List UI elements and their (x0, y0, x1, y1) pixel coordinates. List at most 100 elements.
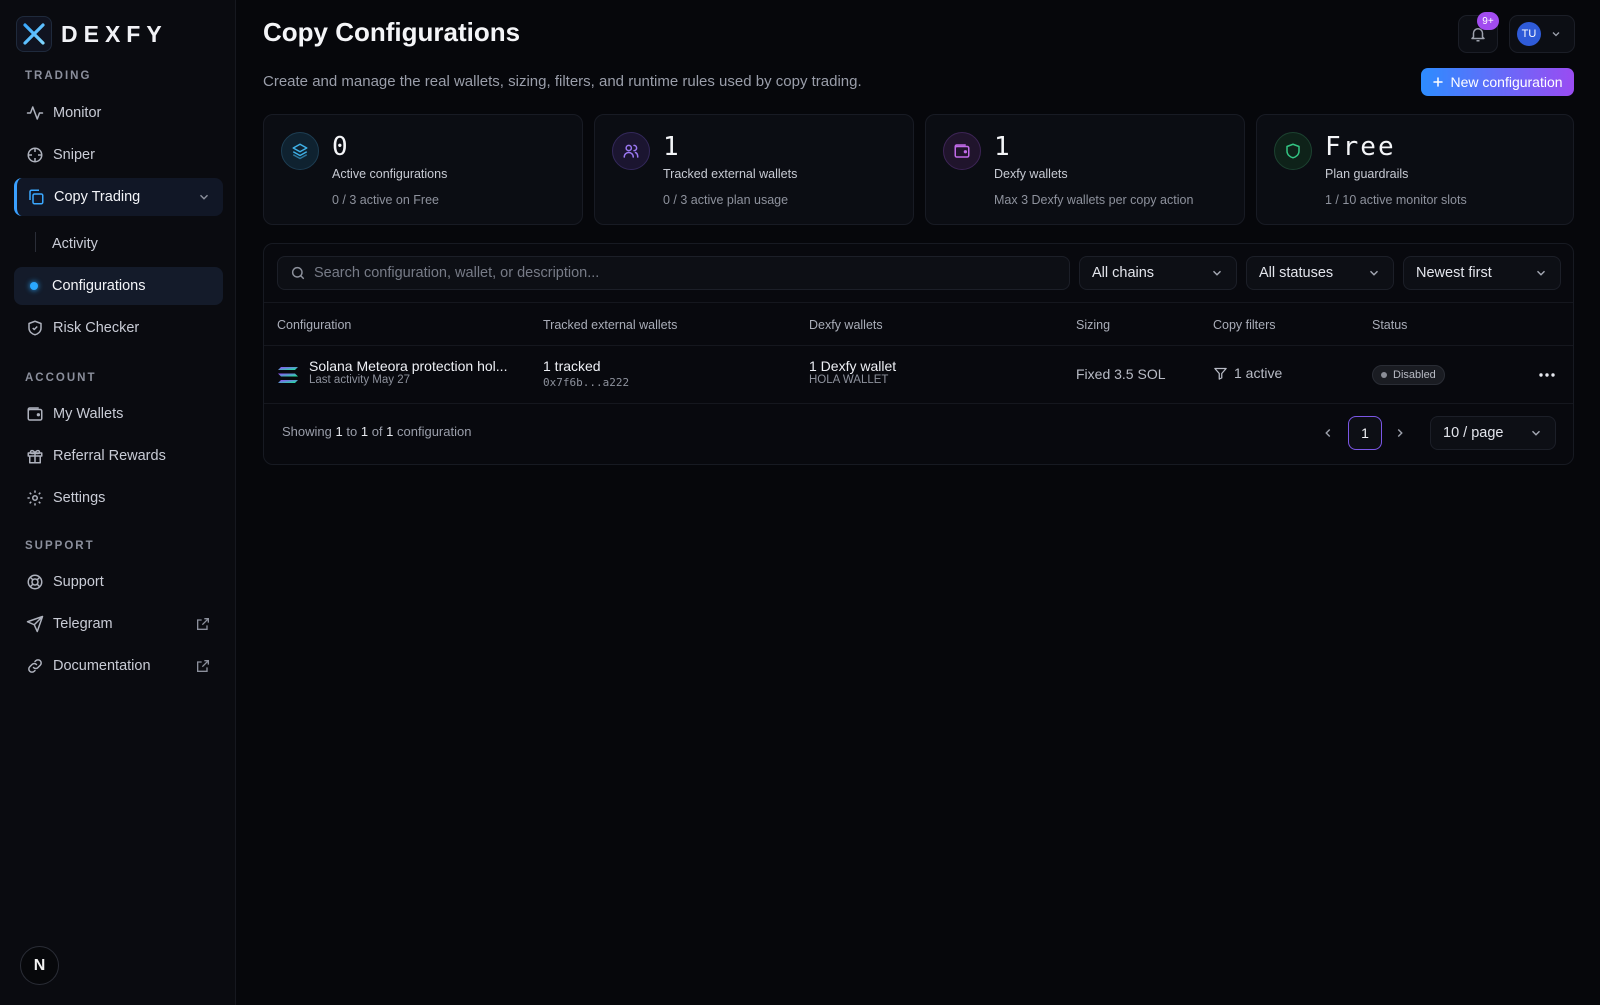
new-configuration-button[interactable]: New configuration (1421, 68, 1574, 96)
sidebar-item-configurations[interactable]: Configurations (14, 267, 223, 305)
copy-filters-value: 1 active (1234, 365, 1283, 381)
gear-icon (25, 488, 45, 508)
stat-card-tracked-wallets: 1 Tracked external wallets 0 / 3 active … (594, 114, 914, 225)
sidebar-item-settings[interactable]: Settings (14, 479, 223, 517)
active-dot-icon (30, 282, 38, 290)
row-actions-button[interactable] (1535, 364, 1559, 386)
sidebar-item-label: Copy Trading (54, 189, 141, 205)
sidebar-item-documentation[interactable]: Documentation (14, 647, 223, 685)
sidebar-item-label: Settings (53, 490, 106, 506)
summary-of-word: of (371, 424, 383, 439)
sidebar-item-label: Referral Rewards (53, 448, 166, 464)
section-label-support: SUPPORT (25, 540, 95, 552)
brand[interactable]: DEXFY (16, 16, 168, 52)
column-header[interactable]: Configuration (277, 318, 351, 332)
chevron-down-icon (1534, 266, 1548, 280)
column-header[interactable]: Status (1372, 318, 1407, 332)
sidebar-item-support[interactable]: Support (14, 563, 223, 601)
pagination-summary: Showing 1 to 1 of 1 configuration (282, 424, 471, 439)
search-input[interactable] (314, 265, 1054, 281)
avatar: TU (1517, 22, 1541, 46)
stat-label: Dexfy wallets (994, 167, 1068, 181)
wallet-icon (943, 132, 981, 170)
table-row[interactable]: Solana Meteora protection hol... Last ac… (264, 346, 1573, 404)
chevron-right-icon (1393, 426, 1407, 440)
column-header[interactable]: Sizing (1076, 318, 1110, 332)
sidebar-item-sniper[interactable]: Sniper (14, 136, 223, 174)
stat-note: 0 / 3 active plan usage (663, 193, 789, 207)
sizing-cell: Fixed 3.5 SOL (1076, 366, 1166, 382)
sidebar-item-my-wallets[interactable]: My Wallets (14, 395, 223, 433)
sidebar-item-label: Risk Checker (53, 320, 140, 336)
section-label-trading: TRADING (25, 70, 92, 82)
next-page-button[interactable] (1383, 416, 1417, 450)
status-cell: Disabled (1372, 365, 1445, 385)
sidebar-item-label: Documentation (53, 658, 151, 674)
gift-icon (25, 446, 45, 466)
plus-icon (1432, 76, 1444, 88)
summary-to: 1 (360, 424, 369, 439)
shield-icon (1274, 132, 1312, 170)
page-title: Copy Configurations (263, 17, 521, 47)
chevron-down-icon (1529, 426, 1543, 440)
status-filter-value: All statuses (1259, 265, 1334, 281)
configuration-name[interactable]: Solana Meteora protection hol... (309, 358, 507, 374)
sort-select[interactable]: Newest first (1403, 256, 1561, 290)
tracked-count: 1 tracked (543, 358, 601, 374)
stat-note: 1 / 10 active monitor slots (1325, 193, 1467, 207)
status-dot-icon (1381, 372, 1387, 378)
filter-icon (1213, 366, 1228, 381)
crosshair-icon (25, 145, 45, 165)
sidebar-item-copy-trading[interactable]: Copy Trading (14, 178, 223, 216)
brand-name: DEXFY (61, 20, 168, 47)
layers-icon (281, 132, 319, 170)
chevron-down-icon (1367, 266, 1381, 280)
external-link-icon (195, 616, 211, 632)
new-configuration-label: New configuration (1450, 74, 1563, 90)
stat-note: 0 / 3 active on Free (332, 193, 440, 207)
sidebar-item-label: My Wallets (53, 406, 124, 422)
sidebar-item-activity[interactable]: Activity (14, 225, 223, 263)
activity-pulse-icon (25, 103, 45, 123)
search-box[interactable] (277, 256, 1070, 290)
sidebar-item-risk-checker[interactable]: Risk Checker (14, 309, 223, 347)
solana-logo-icon (277, 365, 299, 390)
stat-label: Active configurations (332, 167, 448, 181)
status-text: Disabled (1393, 369, 1436, 381)
previous-page-button[interactable] (1311, 416, 1345, 450)
sidebar-item-label: Activity (52, 236, 98, 252)
stat-card-active-configurations: 0 Active configurations 0 / 3 active on … (263, 114, 583, 225)
search-icon (290, 265, 306, 281)
sidebar-item-label: Sniper (53, 147, 95, 163)
sort-value: Newest first (1416, 265, 1492, 281)
column-header[interactable]: Dexfy wallets (809, 318, 883, 332)
external-link-icon (195, 658, 211, 674)
sidebar-item-label: Support (53, 574, 104, 590)
column-header[interactable]: Tracked external wallets (543, 318, 677, 332)
table-header: Configuration Tracked external wallets D… (264, 302, 1573, 346)
column-header[interactable]: Copy filters (1213, 318, 1276, 332)
sidebar-item-monitor[interactable]: Monitor (14, 94, 223, 132)
stat-value: 1 (994, 132, 1010, 162)
chevron-left-icon (1321, 426, 1335, 440)
stat-card-dexfy-wallets: 1 Dexfy wallets Max 3 Dexfy wallets per … (925, 114, 1245, 225)
configuration-cell[interactable]: Solana Meteora protection hol... Last ac… (309, 358, 507, 386)
bottom-n-badge[interactable]: N (20, 946, 59, 985)
stat-value: 0 (332, 132, 348, 162)
copy-icon (26, 187, 46, 207)
send-icon (25, 614, 45, 634)
page-button-current[interactable]: 1 (1348, 416, 1382, 450)
page-size-select[interactable]: 10 / page (1430, 416, 1556, 450)
stat-note: Max 3 Dexfy wallets per copy action (994, 193, 1194, 207)
chevron-down-icon[interactable] (197, 190, 211, 204)
copy-filters-cell: 1 active (1213, 365, 1282, 381)
page-subtitle: Create and manage the real wallets, sizi… (263, 73, 862, 90)
sidebar-item-label: Telegram (53, 616, 113, 632)
chevron-down-icon (1550, 28, 1562, 40)
configurations-panel: All chains All statuses Newest first Con… (263, 243, 1574, 465)
status-filter-select[interactable]: All statuses (1246, 256, 1394, 290)
sidebar-item-referral-rewards[interactable]: Referral Rewards (14, 437, 223, 475)
sidebar-item-telegram[interactable]: Telegram (14, 605, 223, 643)
chain-filter-select[interactable]: All chains (1079, 256, 1237, 290)
user-menu[interactable]: TU (1509, 15, 1575, 53)
